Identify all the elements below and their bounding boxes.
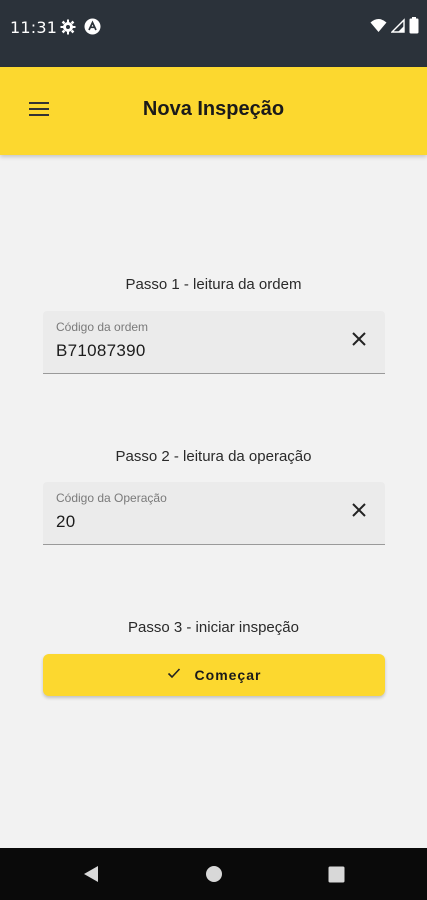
check-icon xyxy=(167,666,181,684)
settings-icon xyxy=(60,19,76,40)
status-time: 11:31 xyxy=(10,18,58,37)
clear-order-code-button[interactable] xyxy=(345,327,373,355)
order-code-field[interactable]: Código da ordem B71087390 xyxy=(43,311,385,374)
a-circle-icon xyxy=(84,18,101,40)
home-icon[interactable] xyxy=(205,865,223,888)
operation-code-field[interactable]: Código da Operação 20 xyxy=(43,482,385,545)
signal-icon xyxy=(390,18,405,38)
start-button-label: Começar xyxy=(194,667,262,683)
order-code-input[interactable]: B71087390 xyxy=(56,341,146,361)
close-icon xyxy=(351,331,367,352)
back-icon[interactable] xyxy=(82,864,100,889)
operation-code-field-label: Código da Operação xyxy=(56,491,167,505)
system-nav-bar xyxy=(0,848,427,900)
recents-icon[interactable] xyxy=(328,866,345,888)
operation-code-input[interactable]: 20 xyxy=(56,512,76,532)
step-3-label: Passo 3 - iniciar inspeção xyxy=(128,619,299,636)
wifi-icon xyxy=(370,18,387,38)
battery-icon xyxy=(409,17,419,39)
close-icon xyxy=(351,502,367,523)
status-bar: 11:31 xyxy=(0,0,427,67)
step-2-label: Passo 2 - leitura da operação xyxy=(115,448,312,465)
step-1-label: Passo 1 - leitura da ordem xyxy=(125,276,302,293)
app-bar: Nova Inspeção xyxy=(0,67,427,155)
page-title: Nova Inspeção xyxy=(142,98,285,120)
clear-operation-code-button[interactable] xyxy=(345,498,373,526)
order-code-field-label: Código da ordem xyxy=(56,320,149,334)
start-button[interactable]: Começar xyxy=(43,654,385,696)
